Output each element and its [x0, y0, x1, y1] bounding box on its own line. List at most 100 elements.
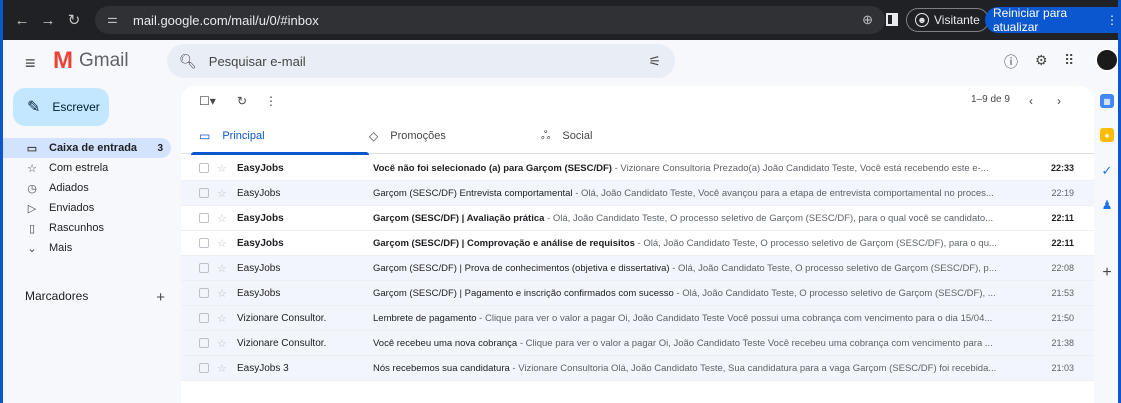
guest-profile-button[interactable]: ☻ Visitante: [906, 8, 989, 32]
row-checkbox[interactable]: [199, 288, 209, 298]
email-sender: Vizionare Consultor.: [237, 312, 327, 324]
email-content: Garçom (SESC/DF) | Pagamento e inscrição…: [373, 288, 1023, 299]
more-actions-icon[interactable]: ⋮: [265, 94, 277, 108]
email-sender: EasyJobs: [237, 262, 281, 274]
draft-icon: ▯: [28, 222, 36, 235]
calendar-icon[interactable]: ▦: [1100, 94, 1114, 108]
sidebar-item-label: Mais: [49, 242, 73, 254]
email-sender: Vizionare Consultor.: [237, 337, 327, 349]
row-checkbox[interactable]: [199, 213, 209, 223]
search-options-icon[interactable]: ⚟: [648, 53, 661, 70]
star-icon[interactable]: ☆: [217, 162, 227, 175]
keep-icon[interactable]: ●: [1100, 128, 1114, 142]
sidebar-item-starred[interactable]: ☆ Com estrela: [3, 158, 171, 178]
email-list: ☆ EasyJobs Você não foi selecionado (a) pa…: [181, 156, 1094, 381]
email-row[interactable]: ☆ EasyJobs Garçom (SESC/DF) Entrevista com…: [181, 181, 1094, 206]
browser-toolbar: ← → ↻ ⚌ mail.google.com/mail/u/0/#inbox …: [3, 0, 1118, 40]
star-icon[interactable]: ☆: [217, 287, 227, 300]
email-row[interactable]: ☆ EasyJobs Garçom (SESC/DF) | Prova de con…: [181, 256, 1094, 281]
refresh-icon[interactable]: ↻: [237, 94, 247, 108]
prev-page-icon[interactable]: ‹: [1029, 94, 1033, 108]
email-subject: Garçom (SESC/DF) | Prova de conhecimento…: [373, 262, 670, 274]
help-icon[interactable]: ⓘ: [1004, 52, 1018, 72]
url-text: mail.google.com/mail/u/0/#inbox: [133, 12, 319, 28]
email-subject: Você não foi selecionado (a) para Garçom…: [373, 162, 612, 174]
star-icon[interactable]: ☆: [217, 337, 227, 350]
contacts-icon[interactable]: ♟: [1100, 198, 1114, 212]
add-app-icon[interactable]: +: [1100, 264, 1114, 281]
email-row[interactable]: ☆ Vizionare Consultor. Lembrete de pagamen…: [181, 306, 1094, 331]
email-subject: Garçom (SESC/DF) | Avaliação prática: [373, 212, 545, 224]
row-checkbox[interactable]: [199, 188, 209, 198]
sidebar-item-more[interactable]: ⌄ Mais: [3, 238, 171, 258]
next-page-icon[interactable]: ›: [1057, 94, 1061, 108]
email-date: 21:50: [1051, 313, 1074, 323]
avatar[interactable]: [1095, 48, 1118, 72]
email-date: 21:03: [1051, 363, 1074, 373]
row-checkbox[interactable]: [199, 338, 209, 348]
email-date: 22:19: [1051, 188, 1074, 198]
star-icon[interactable]: ☆: [217, 237, 227, 250]
sidebar-nav: ▭ Caixa de entrada 3 ☆ Com estrela ◷ Adi…: [3, 138, 171, 258]
search-icon[interactable]: 🔍︎: [179, 53, 197, 70]
zoom-icon[interactable]: ⊕: [862, 12, 873, 28]
email-row[interactable]: ☆ EasyJobs Garçom (SESC/DF) | Pagamento e …: [181, 281, 1094, 306]
restart-update-button[interactable]: Reiniciar para atualizar ⋮: [985, 6, 1118, 34]
email-date: 22:08: [1051, 263, 1074, 273]
row-checkbox[interactable]: [199, 313, 209, 323]
star-icon[interactable]: ☆: [217, 312, 227, 325]
settings-icon[interactable]: ⚙: [1035, 52, 1048, 69]
email-subject: Garçom (SESC/DF) | Pagamento e inscrição…: [373, 287, 674, 299]
email-row[interactable]: ☆ EasyJobs 3 Nós recebemos sua candidatura…: [181, 356, 1094, 381]
sidebar-item-sent[interactable]: ▷ Enviados: [3, 198, 171, 218]
email-row[interactable]: ☆ EasyJobs Garçom (SESC/DF) | Avaliação pr…: [181, 206, 1094, 231]
site-info-icon[interactable]: ⚌: [107, 12, 125, 28]
tab-promocoes[interactable]: ◇ Promoções: [369, 118, 446, 154]
main-menu-icon[interactable]: ≡: [25, 53, 36, 74]
star-icon[interactable]: ☆: [217, 187, 227, 200]
email-row[interactable]: ☆ EasyJobs Garçom (SESC/DF) | Comprovação …: [181, 231, 1094, 256]
star-icon[interactable]: ☆: [217, 212, 227, 225]
compose-button[interactable]: ✎ Escrever: [13, 88, 109, 126]
row-checkbox[interactable]: [199, 163, 209, 173]
sidebar-item-inbox[interactable]: ▭ Caixa de entrada 3: [3, 138, 171, 158]
chevron-down-icon: ⌄: [27, 242, 37, 255]
email-content: Garçom (SESC/DF) | Prova de conhecimento…: [373, 263, 1023, 274]
email-sender: EasyJobs: [237, 237, 284, 249]
email-content: Lembrete de pagamento - Clique para ver …: [373, 313, 1023, 324]
row-checkbox[interactable]: [199, 263, 209, 273]
email-subject: Você recebeu uma nova cobrança: [373, 337, 518, 349]
add-label-icon[interactable]: +: [156, 289, 165, 306]
row-checkbox[interactable]: [199, 363, 209, 373]
sidebar-item-snoozed[interactable]: ◷ Adiados: [3, 178, 171, 198]
tasks-icon[interactable]: ✓: [1100, 163, 1114, 178]
address-bar[interactable]: ⚌ mail.google.com/mail/u/0/#inbox ⊕: [95, 6, 885, 34]
reload-icon[interactable]: ↻: [61, 11, 87, 29]
tab-principal[interactable]: ▭ Principal: [191, 118, 368, 155]
forward-icon[interactable]: →: [35, 12, 61, 29]
apps-grid-icon[interactable]: ⠿: [1064, 52, 1074, 69]
side-apps-panel: ▦ ● ✓ ♟ +: [1097, 86, 1118, 403]
side-panel-icon[interactable]: [886, 13, 898, 26]
email-snippet: - Clique para ver o valor a pagar Oi, Jo…: [476, 312, 993, 324]
email-row[interactable]: ☆ EasyJobs Você não foi selecionado (a) pa…: [181, 156, 1094, 181]
sidebar-item-label: Enviados: [49, 202, 95, 214]
email-snippet: - Olá, João Candidato Teste, O processo …: [544, 212, 994, 224]
gmail-logo[interactable]: M Gmail: [53, 49, 129, 73]
labels-heading: Marcadores: [25, 289, 89, 303]
row-checkbox[interactable]: [199, 238, 209, 248]
star-icon[interactable]: ☆: [217, 362, 227, 375]
star-icon[interactable]: ☆: [217, 262, 227, 275]
send-icon: ▷: [27, 202, 37, 215]
search-input[interactable]: 🔍︎ Pesquisar e-mail ⚟: [167, 44, 675, 78]
tab-social[interactable]: ஃ Social: [541, 118, 592, 154]
sidebar-item-drafts[interactable]: ▯ Rascunhos: [3, 218, 171, 238]
email-row[interactable]: ☆ Vizionare Consultor. Você recebeu uma no…: [181, 331, 1094, 356]
email-snippet: - Olá, João Candidato Teste, O processo …: [673, 287, 996, 299]
sidebar-item-label: Com estrela: [49, 162, 109, 174]
tab-label: Principal: [222, 130, 265, 142]
back-icon[interactable]: ←: [9, 12, 35, 29]
restart-label: Reiniciar para atualizar: [993, 6, 1068, 34]
email-content: Garçom (SESC/DF) | Comprovação e análise…: [373, 238, 1023, 249]
select-all-checkbox[interactable]: ☐▾: [199, 94, 216, 108]
